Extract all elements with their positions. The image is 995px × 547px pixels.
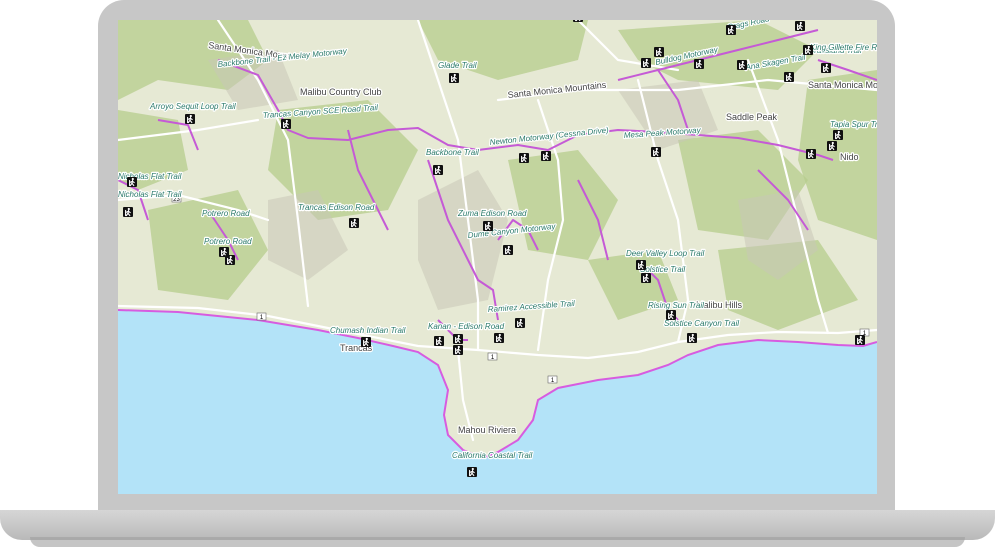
trail-label: King Gillette Fire Road (810, 43, 877, 52)
hiker-icon[interactable] (348, 217, 360, 229)
hiker-icon[interactable] (518, 152, 530, 164)
hiker-icon[interactable] (224, 254, 236, 266)
trail-label: Solstice Trail (640, 265, 685, 274)
place-label: Santa Monica Mount (808, 80, 877, 90)
hiker-icon[interactable] (826, 140, 838, 152)
place-label: Mahou Riviera (458, 425, 516, 435)
hiker-icon[interactable] (432, 164, 444, 176)
hiker-icon[interactable] (686, 332, 698, 344)
hiker-icon[interactable] (693, 58, 705, 70)
map-canvas[interactable]: 1 1 1 1 23 Santa Monica Mount Malibu Cou… (118, 20, 877, 494)
hiker-icon[interactable] (854, 334, 866, 346)
hiker-icon[interactable] (802, 44, 814, 56)
trail-label: Glade Trail (438, 61, 477, 70)
hiker-icon[interactable] (502, 244, 514, 256)
trail-label: Arroyo Sequit Loop Trail (149, 102, 236, 111)
hiker-icon[interactable] (736, 59, 748, 71)
place-label: Saddle Peak (726, 112, 778, 122)
trail-label: Potrero Road (202, 209, 250, 218)
hiker-icon[interactable] (650, 146, 662, 158)
hiker-icon[interactable] (122, 206, 134, 218)
trail-label: Deer Valley Loop Trail (626, 249, 704, 258)
hiker-icon[interactable] (452, 333, 464, 345)
trail-label: Chumash Indian Trail (330, 326, 406, 335)
hiker-icon[interactable] (783, 71, 795, 83)
trail-label: Nicholas Flat Trail (118, 190, 182, 199)
trail-label: Backbone Trail (426, 148, 479, 157)
hiker-icon[interactable] (514, 317, 526, 329)
hiker-icon[interactable] (665, 309, 677, 321)
hiker-icon[interactable] (184, 113, 196, 125)
hiker-icon[interactable] (360, 336, 372, 348)
laptop-base-shadow (30, 537, 965, 547)
place-label: Nido (840, 152, 859, 162)
trail-label: Tapia Spur Trail (830, 120, 877, 129)
hiker-icon[interactable] (794, 20, 806, 32)
map-screen[interactable]: 1 1 1 1 23 Santa Monica Mount Malibu Cou… (118, 20, 877, 494)
hiker-icon[interactable] (635, 259, 647, 271)
hiker-icon[interactable] (466, 466, 478, 478)
hiker-icon[interactable] (482, 220, 494, 232)
trail-label: Potrero Road (204, 237, 252, 246)
hiker-icon[interactable] (572, 20, 584, 23)
hiker-icon[interactable] (725, 24, 737, 36)
trail-label: Kanan - Edison Road (428, 322, 505, 331)
hiker-icon[interactable] (452, 344, 464, 356)
hiker-icon[interactable] (126, 176, 138, 188)
trail-label: California Coastal Trail (452, 451, 533, 460)
hiker-icon[interactable] (433, 335, 445, 347)
hiker-icon[interactable] (832, 129, 844, 141)
hiker-icon[interactable] (640, 272, 652, 284)
trail-label: Solstice Canyon Trail (664, 319, 739, 328)
trail-label: Zuma Edison Road (457, 209, 527, 218)
hiker-icon[interactable] (805, 148, 817, 160)
hiker-icon[interactable] (820, 62, 832, 74)
trail-label: Rising Sun Trail (648, 301, 704, 310)
hiker-icon[interactable] (540, 150, 552, 162)
hiker-icon[interactable] (280, 118, 292, 130)
laptop-base (0, 510, 995, 540)
hiker-icon[interactable] (640, 57, 652, 69)
trail-label: Trancas Edison Road (298, 203, 375, 212)
place-label: Malibu Country Club (300, 87, 382, 97)
hiker-icon[interactable] (493, 332, 505, 344)
hiker-icon[interactable] (653, 46, 665, 58)
hiker-icon[interactable] (448, 72, 460, 84)
